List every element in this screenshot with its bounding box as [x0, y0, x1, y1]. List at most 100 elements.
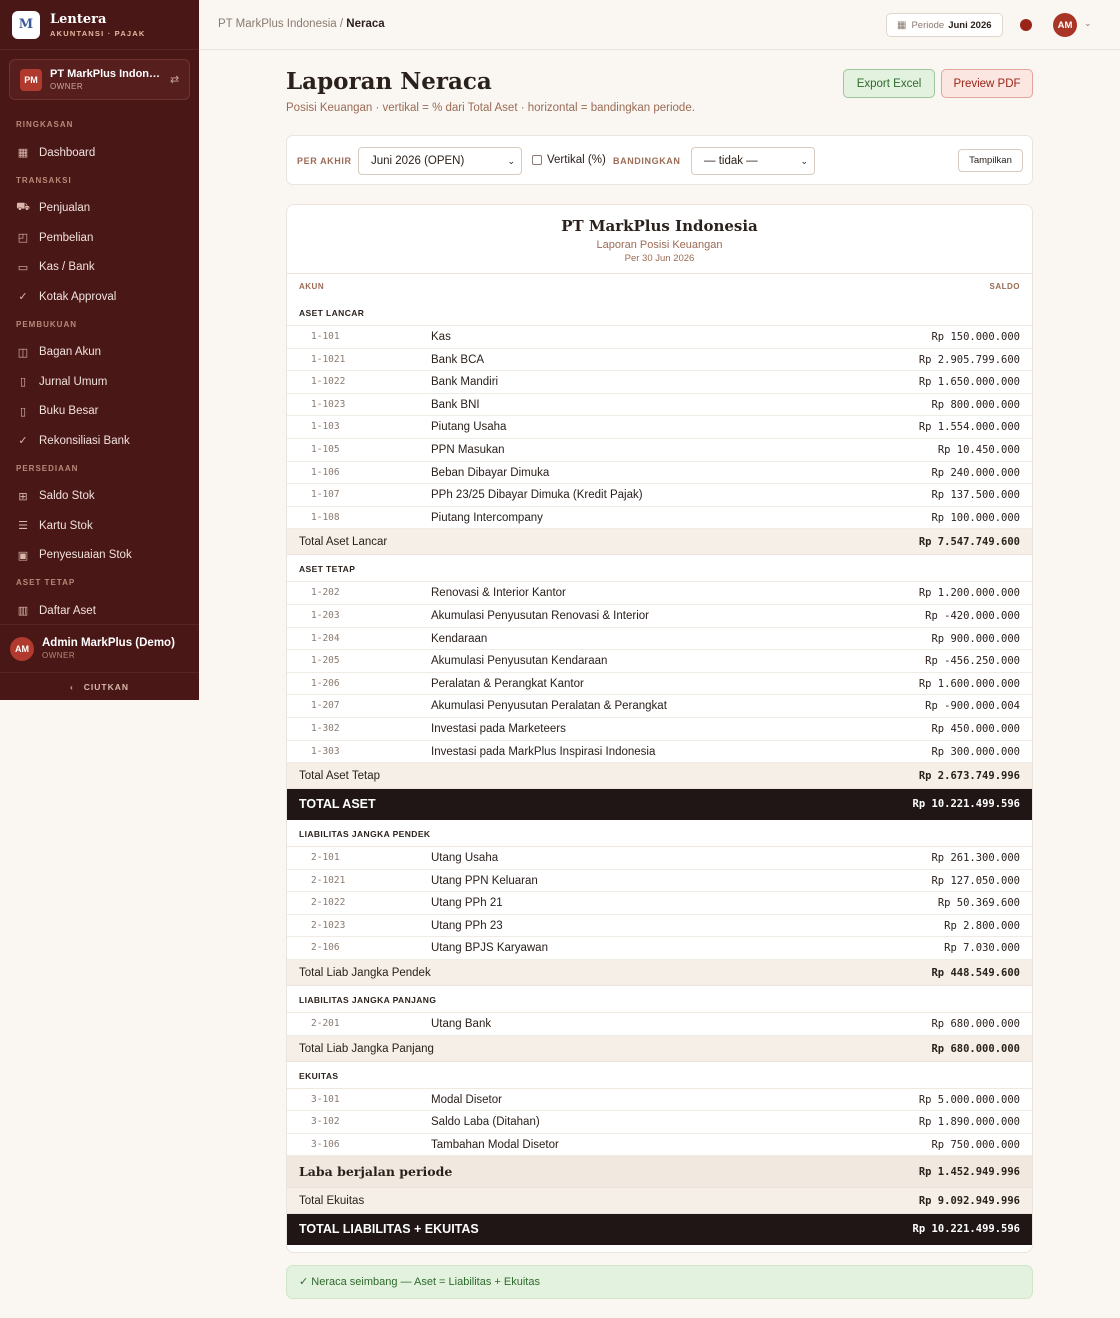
sidebar-item-daftar-aset[interactable]: ▥ Daftar Aset	[0, 596, 199, 626]
collapse-sidebar-button[interactable]: ‹ CIUTKAN	[0, 672, 199, 700]
account-row[interactable]: 1-106 Beban Dibayar Dimuka Rp 240.000.000	[287, 462, 1032, 485]
subtotal-row: Total Ekuitas Rp 9.092.949.996	[287, 1188, 1032, 1215]
account-row[interactable]: 1-1021 Bank BCA Rp 2.905.799.600	[287, 349, 1032, 372]
per-akhir-select[interactable]: Juni 2026 (OPEN) ⌄	[358, 147, 522, 175]
account-row[interactable]: 3-101 Modal Disetor Rp 5.000.000.000	[287, 1089, 1032, 1112]
sidebar-item-pembelian[interactable]: ◰ Pembelian	[0, 223, 199, 253]
sidebar-item-dashboard[interactable]: ▦ Dashboard	[0, 138, 199, 168]
sidebar-item-kotak-approval[interactable]: ✓ Kotak Approval	[0, 282, 199, 312]
account-balance: Rp -456.250.000	[925, 655, 1020, 668]
account-name: Utang PPh 21	[431, 897, 503, 910]
account-row[interactable]: 1-202 Renovasi & Interior Kantor Rp 1.200.…	[287, 582, 1032, 605]
account-row[interactable]: 1-207 Akumulasi Penyusutan Peralatan & Pe…	[287, 695, 1032, 718]
col-saldo: SALDO	[989, 282, 1020, 291]
account-row[interactable]: 2-101 Utang Usaha Rp 261.300.000	[287, 847, 1032, 870]
grand-total-label: TOTAL ASET	[299, 797, 376, 812]
account-row[interactable]: 2-1022 Utang PPh 21 Rp 50.369.600	[287, 892, 1032, 915]
sidebar-item-label: Dashboard	[39, 146, 96, 159]
brand[interactable]: M Lentera AKUNTANSI · PAJAK	[0, 0, 199, 50]
sidebar-item-penjualan[interactable]: ⛟ Penjualan	[0, 194, 199, 224]
account-balance: Rp 750.000.000	[931, 1138, 1020, 1151]
sidebar-item-jurnal-umum[interactable]: ▯ Jurnal Umum	[0, 367, 199, 397]
sidebar-item-buku-besar[interactable]: ▯ Buku Besar	[0, 397, 199, 427]
export-excel-button[interactable]: Export Excel	[843, 69, 935, 98]
account-balance: Rp 800.000.000	[931, 398, 1020, 411]
subtotal-row: Total Aset Lancar Rp 7.547.749.600	[287, 529, 1032, 556]
account-row[interactable]: 1-105 PPN Masukan Rp 10.450.000	[287, 439, 1032, 462]
account-row[interactable]: 2-1023 Utang PPh 23 Rp 2.800.000	[287, 915, 1032, 938]
brand-name: Lentera	[50, 11, 107, 27]
account-balance: Rp 2.905.799.600	[918, 353, 1020, 366]
status-indicator	[1020, 19, 1032, 31]
collapse-label: CIUTKAN	[83, 681, 130, 692]
account-balance: Rp 137.500.000	[931, 489, 1020, 502]
period-selector[interactable]: ▦ Periode Juni 2026	[886, 13, 1003, 37]
account-row[interactable]: 1-1023 Bank BNI Rp 800.000.000	[287, 394, 1032, 417]
account-balance: Rp 450.000.000	[931, 722, 1020, 735]
sidebar-item-rekonsiliasi-bank[interactable]: ✓ Rekonsiliasi Bank	[0, 426, 199, 456]
book-icon: ◫	[17, 346, 29, 359]
account-row[interactable]: 1-101 Kas Rp 150.000.000	[287, 326, 1032, 349]
subtotal-amount: Rp 9.092.949.996	[918, 1195, 1020, 1208]
bandingkan-select[interactable]: — tidak — ⌄	[691, 147, 815, 175]
account-code: 1-206	[311, 677, 340, 689]
sidebar-item-penyesuaian-stok[interactable]: ▣ Penyesuaian Stok	[0, 541, 199, 571]
topbar: PT MarkPlus Indonesia / Neraca ▦ Periode…	[199, 0, 1120, 50]
breadcrumb: PT MarkPlus Indonesia / Neraca	[218, 18, 385, 30]
account-row[interactable]: 2-1021 Utang PPN Keluaran Rp 127.050.000	[287, 870, 1032, 893]
user-menu-avatar[interactable]: AM	[1053, 13, 1077, 37]
sidebar-item-kartu-stok[interactable]: ☰ Kartu Stok	[0, 511, 199, 541]
company-switcher[interactable]: PM PT MarkPlus Indonesia OWNER ⇄	[9, 59, 190, 100]
account-row[interactable]: 3-106 Tambahan Modal Disetor Rp 750.000.00…	[287, 1134, 1032, 1157]
tampilkan-button[interactable]: Tampilkan	[958, 149, 1023, 172]
account-name: Tambahan Modal Disetor	[431, 1138, 559, 1151]
building-icon: ▥	[17, 605, 29, 618]
account-row[interactable]: 1-1022 Bank Mandiri Rp 1.650.000.000	[287, 371, 1032, 394]
account-row[interactable]: 1-303 Investasi pada MarkPlus Inspirasi I…	[287, 741, 1032, 764]
sidebar-item-label: Daftar Aset	[39, 604, 96, 617]
breadcrumb-company[interactable]: PT MarkPlus Indonesia	[218, 18, 337, 30]
account-row[interactable]: 1-206 Peralatan & Perangkat Kantor Rp 1.60…	[287, 673, 1032, 696]
sidebar-item-kas-bank[interactable]: ▭ Kas / Bank	[0, 253, 199, 283]
sidebar-item-saldo-stok[interactable]: ⊞ Saldo Stok	[0, 482, 199, 512]
column-header: AKUN SALDO	[287, 274, 1032, 299]
account-row[interactable]: 1-107 PPh 23/25 Dibayar Dimuka (Kredit Pa…	[287, 484, 1032, 507]
account-row[interactable]: 1-205 Akumulasi Penyusutan Kendaraan Rp -4…	[287, 650, 1032, 673]
subtotal-row: Total Liab Jangka Panjang Rp 680.000.000	[287, 1035, 1032, 1062]
account-row[interactable]: 2-201 Utang Bank Rp 680.000.000	[287, 1013, 1032, 1036]
account-code: 2-1021	[311, 874, 346, 886]
account-row[interactable]: 1-203 Akumulasi Penyusutan Renovasi & Int…	[287, 605, 1032, 628]
nav-section-title: PEMBUKUAN	[16, 319, 77, 329]
account-code: 2-1022	[311, 897, 346, 909]
account-row[interactable]: 2-106 Utang BPJS Karyawan Rp 7.030.000	[287, 937, 1032, 961]
box-icon: ⊞	[18, 490, 28, 503]
per-akhir-value: Juni 2026 (OPEN)	[371, 155, 465, 167]
swap-icon[interactable]: ⇄	[170, 73, 179, 86]
account-code: 1-204	[311, 632, 340, 644]
nav-section-title: ASET TETAP	[16, 578, 76, 587]
user-profile[interactable]: AM Admin MarkPlus (Demo) OWNER	[0, 624, 199, 672]
account-row[interactable]: 1-302 Investasi pada Marketeers Rp 450.000…	[287, 718, 1032, 741]
account-code: 1-1022	[311, 376, 346, 388]
checkbox-box[interactable]	[532, 155, 542, 165]
preview-pdf-button[interactable]: Preview PDF	[941, 69, 1033, 98]
account-name: Akumulasi Penyusutan Renovasi & Interior	[431, 609, 649, 622]
account-row[interactable]: 1-103 Piutang Usaha Rp 1.554.000.000	[287, 416, 1032, 439]
check-icon: ✓	[18, 435, 28, 448]
section-title: LIABILITAS JANGKA PENDEK	[299, 829, 431, 840]
sidebar-item-bagan-akun[interactable]: ◫ Bagan Akun	[0, 338, 199, 368]
chevron-down-icon[interactable]: ⌄	[1084, 18, 1092, 29]
sidebar-item-label: Kotak Approval	[39, 290, 117, 303]
account-row[interactable]: 3-102 Saldo Laba (Ditahan) Rp 1.890.000.00…	[287, 1111, 1032, 1134]
subtotal-label: Total Liab Jangka Pendek	[299, 967, 431, 980]
account-code: 3-102	[311, 1116, 340, 1128]
grand-total-label: TOTAL LIABILITAS + EKUITAS	[299, 1222, 479, 1237]
period-label: Periode	[911, 19, 945, 31]
account-code: 3-101	[311, 1093, 340, 1105]
vertikal-checkbox[interactable]: Vertikal (%)	[532, 154, 606, 166]
account-balance: Rp 5.000.000.000	[918, 1093, 1020, 1106]
account-row[interactable]: 1-108 Piutang Intercompany Rp 100.000.000	[287, 507, 1032, 530]
account-row[interactable]: 1-204 Kendaraan Rp 900.000.000	[287, 628, 1032, 651]
account-code: 2-106	[311, 942, 340, 954]
subtotal-label: Total Liab Jangka Panjang	[299, 1042, 434, 1055]
